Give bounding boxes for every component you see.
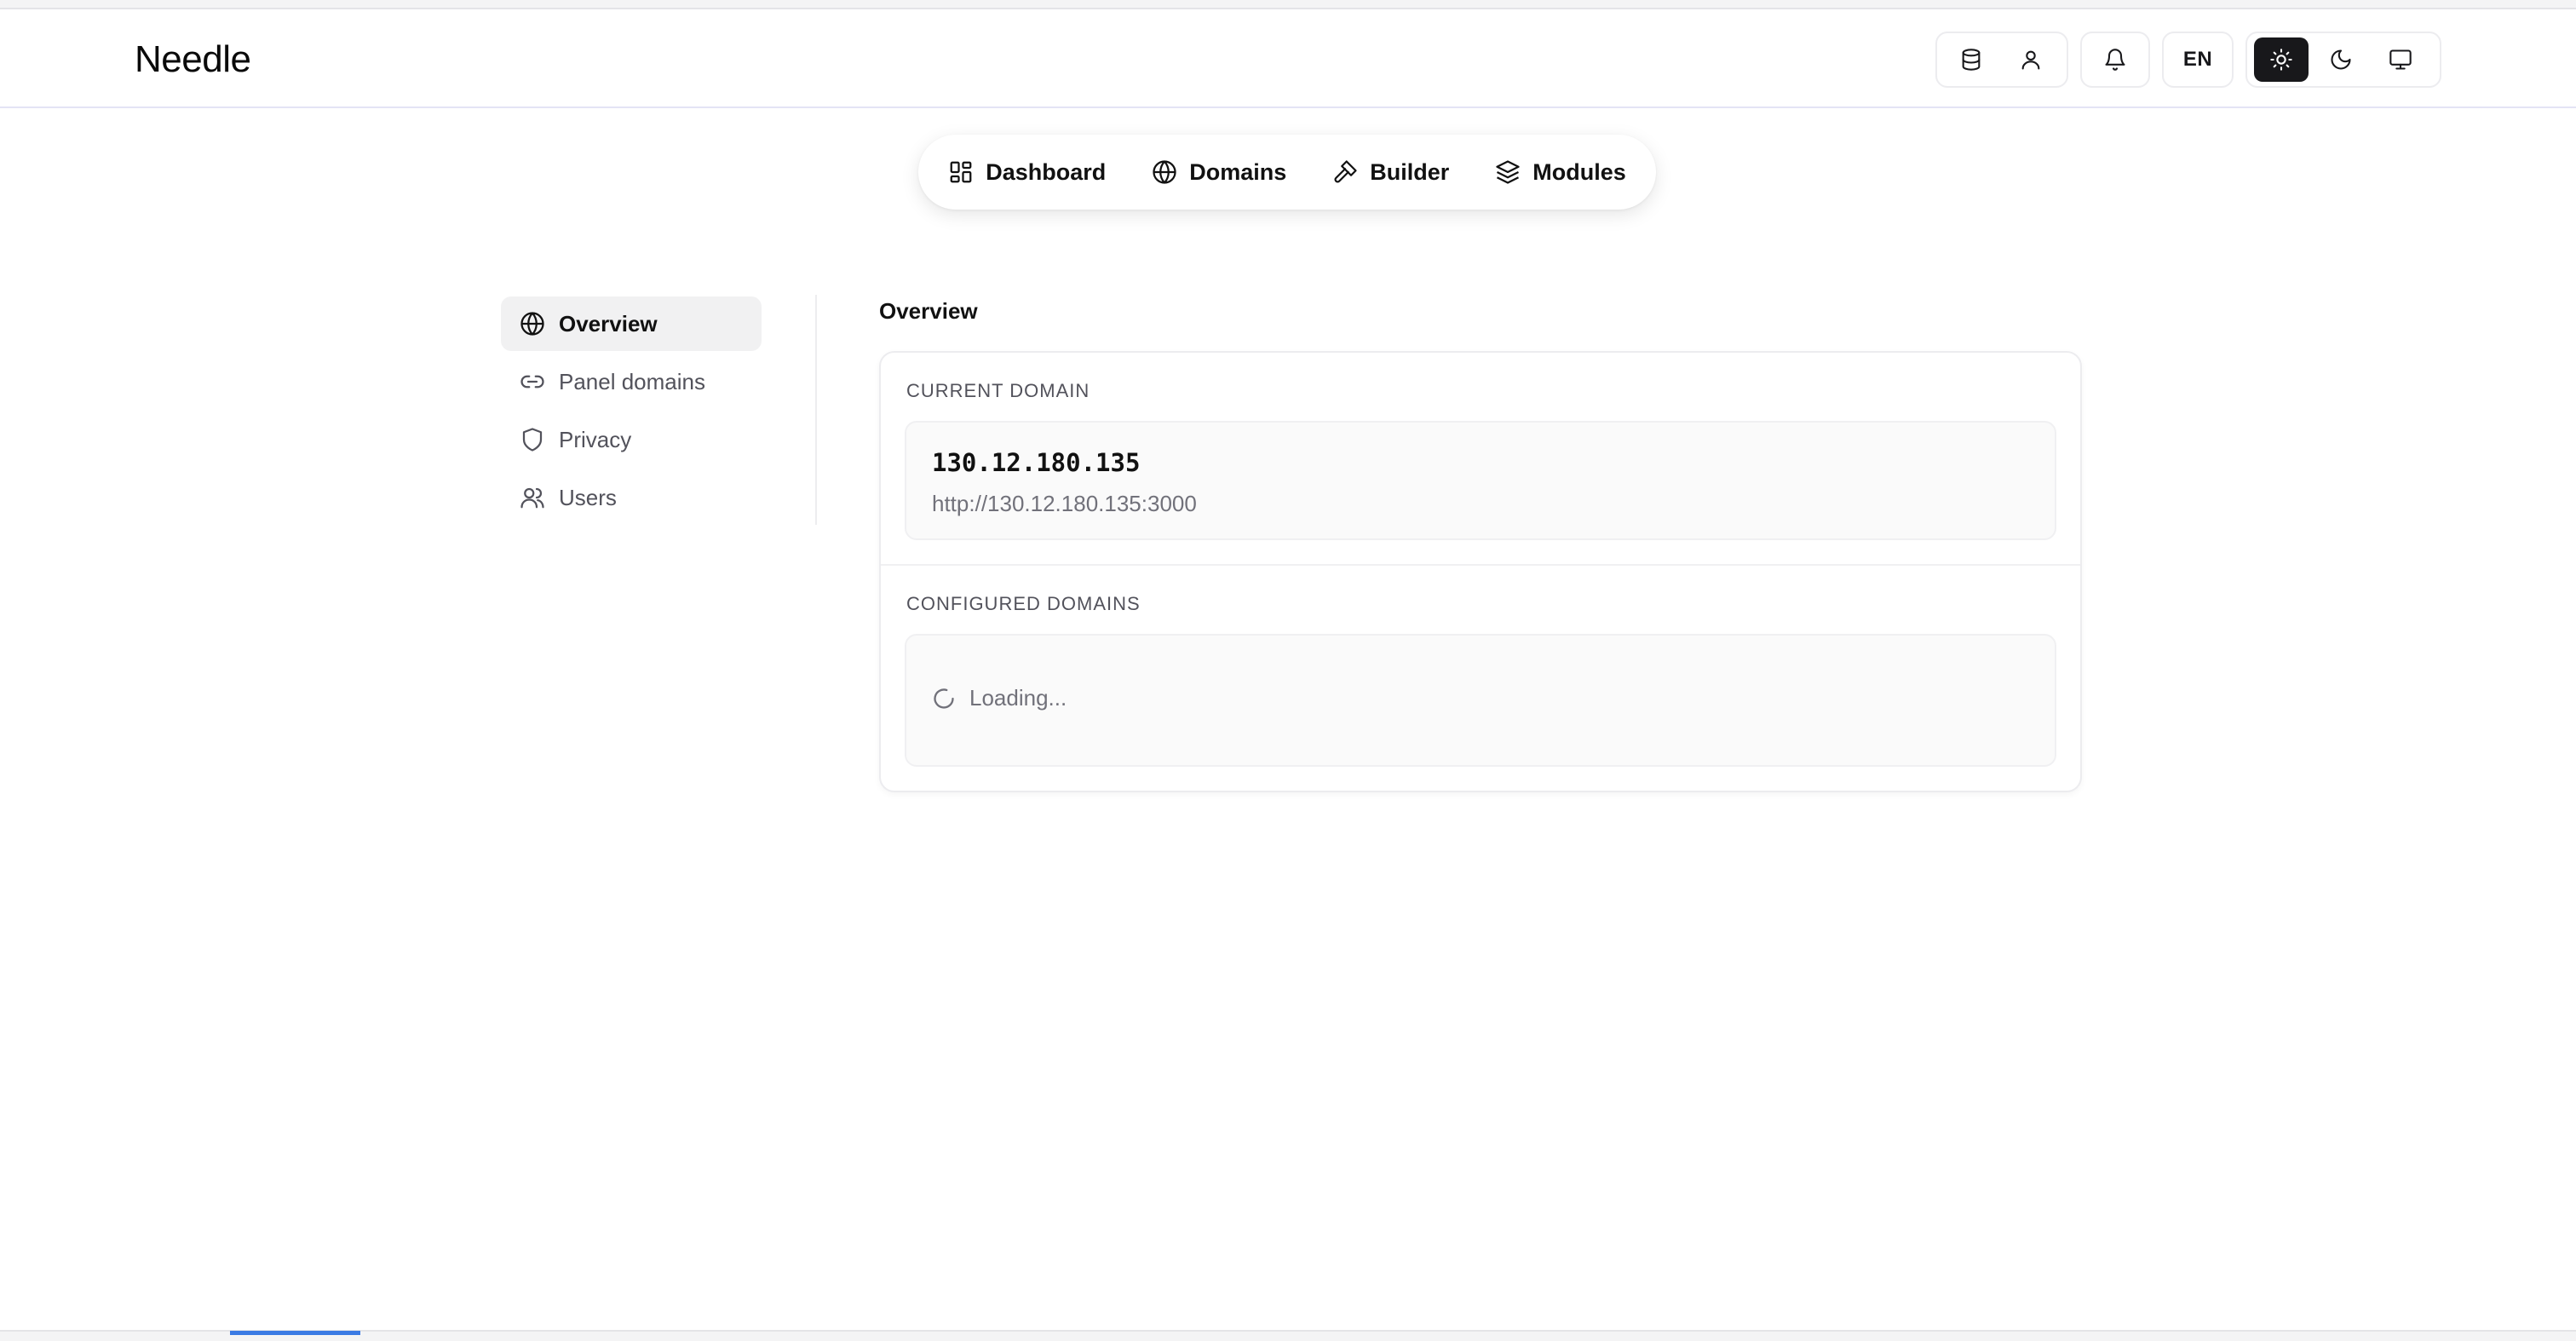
nav-item-builder[interactable]: Builder [1322,151,1459,194]
globe-icon [1153,160,1176,184]
user-icon [2021,50,2040,70]
nav-item-modules[interactable]: Modules [1485,151,1636,194]
brand-logo[interactable]: Needle [135,38,251,81]
page-title: Overview [879,298,978,324]
current-domain-ip: 130.12.180.135 [932,448,1141,477]
nav-item-domains[interactable]: Domains [1141,151,1297,194]
bell-icon [2105,49,2125,71]
sidebar-item-users[interactable]: Users [501,470,762,525]
nav-item-label: Modules [1532,158,1626,185]
spinner-icon [934,688,954,709]
language-button[interactable]: EN [2171,37,2225,82]
card-divider [881,564,2080,566]
sidebar-item-privacy[interactable]: Privacy [501,412,762,467]
grid-icon [950,161,972,183]
link-icon [520,375,544,388]
sidebar-divider [815,295,817,525]
layers-icon [1496,160,1520,184]
sidebar-item-label: Overview [559,310,658,337]
loading-indicator: Loading... [932,685,1067,711]
dark-theme-button[interactable] [2314,37,2368,82]
sidebar-item-label: Users [559,484,617,510]
sidebar-item-overview[interactable]: Overview [501,296,762,351]
moon-icon [2331,49,2351,70]
sidebar-item-label: Panel domains [559,368,705,394]
database-icon [1962,49,1981,71]
main-nav: Dashboard Domains Builder Modules [918,135,1656,210]
settings-sidebar: Overview Panel domains Privacy Users [501,296,762,528]
sidebar-item-panel-domains[interactable]: Panel domains [501,354,762,409]
app-header: Needle EN [0,9,2576,108]
current-domain-url[interactable]: http://130.12.180.135:3000 [932,491,1197,517]
hammer-icon [1334,160,1357,183]
nav-item-label: Dashboard [986,158,1107,185]
current-domain-box: 130.12.180.135 http://130.12.180.135:300… [905,421,2056,540]
domain-overview-card: CURRENT DOMAIN 130.12.180.135 http://130… [879,351,2082,792]
configured-domains-label: CONFIGURED DOMAINS [906,593,1141,614]
sidebar-item-label: Privacy [559,426,632,452]
shield-icon [522,428,543,452]
current-domain-label: CURRENT DOMAIN [906,380,1090,401]
notifications-group [2080,32,2150,88]
user-button[interactable] [2004,37,2058,82]
loading-text: Loading... [969,685,1067,711]
header-tools-group [1935,32,2068,88]
nav-item-label: Domains [1189,158,1287,185]
database-button[interactable] [1944,37,1998,82]
progress-indicator [230,1331,360,1335]
system-theme-button[interactable] [2373,37,2428,82]
nav-item-label: Builder [1370,158,1450,185]
users-icon [520,487,544,509]
nav-item-dashboard[interactable]: Dashboard [938,151,1116,194]
sun-icon [2270,49,2292,71]
browser-top-strip [0,0,2576,9]
configured-domains-box: Loading... [905,634,2056,767]
globe-icon [520,312,544,336]
light-theme-button[interactable] [2254,37,2309,82]
theme-switcher [2245,32,2441,88]
bottom-strip [0,1330,2576,1341]
monitor-icon [2389,49,2412,70]
language-group: EN [2162,32,2234,88]
notifications-button[interactable] [2089,37,2142,82]
